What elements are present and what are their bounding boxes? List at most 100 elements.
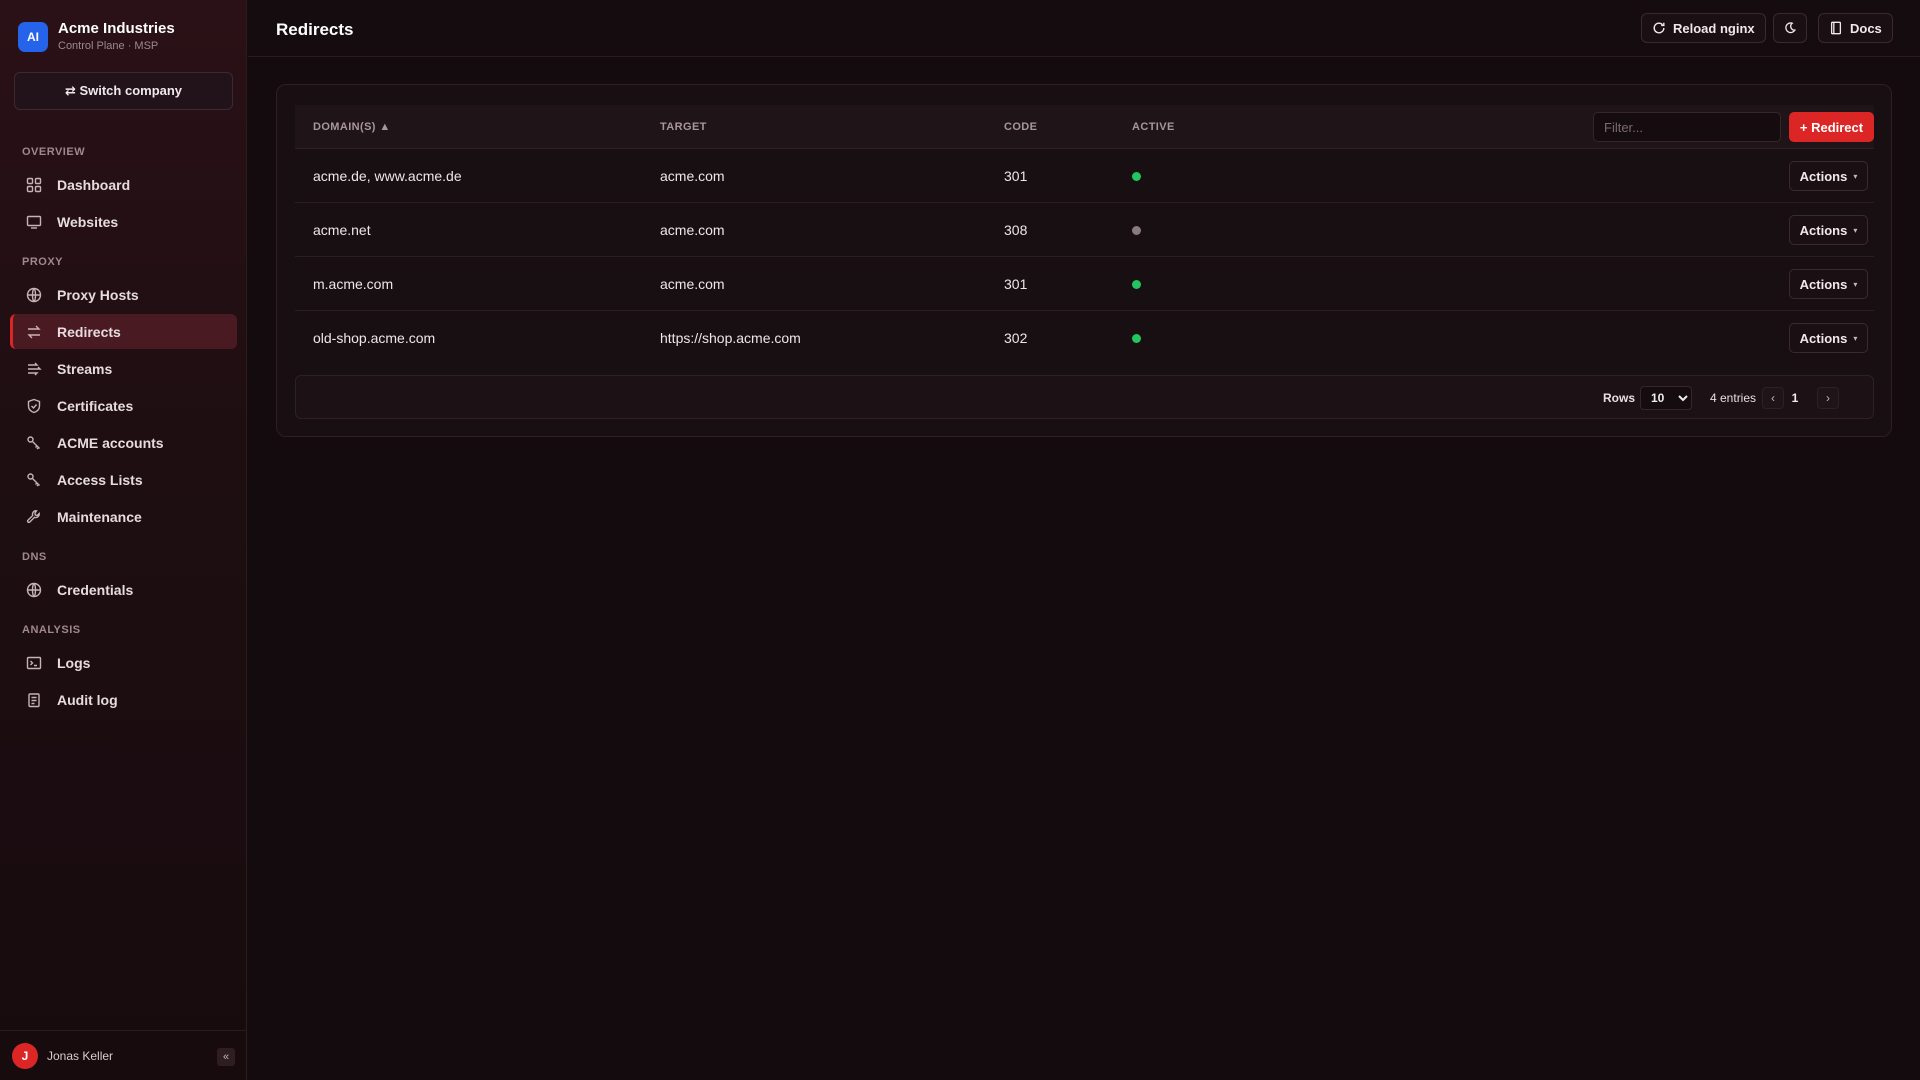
cell-target: acme.com	[660, 168, 725, 184]
sidebar-item-label: Certificates	[57, 397, 134, 414]
prev-page-button[interactable]: ‹	[1762, 387, 1784, 409]
sidebar-item-label: Streams	[57, 360, 113, 377]
sidebar-item-acme-accounts[interactable]: ACME accounts	[10, 425, 237, 460]
column-domains[interactable]: DOMAIN(S) ▲	[313, 121, 391, 133]
table-row: old-shop.acme.com https://shop.acme.com …	[295, 311, 1874, 365]
switch-company-button[interactable]: ⇄ Switch company	[14, 72, 233, 110]
globe-icon	[25, 581, 43, 599]
book-icon	[1830, 21, 1842, 35]
actions-button[interactable]: Actions ▾	[1789, 269, 1868, 299]
column-active[interactable]: ACTIVE	[1132, 121, 1175, 133]
cell-domains: acme.net	[313, 222, 371, 238]
cell-code: 301	[1004, 276, 1028, 292]
user-name: Jonas Keller	[47, 1048, 114, 1063]
key-icon	[25, 471, 43, 489]
caret-down-icon: ▾	[1853, 225, 1858, 235]
cell-domains: m.acme.com	[313, 276, 394, 292]
theme-toggle-button[interactable]	[1773, 13, 1807, 43]
sidebar-item-logs[interactable]: Logs	[10, 645, 237, 680]
sidebar-item-maintenance[interactable]: Maintenance	[10, 499, 237, 534]
actions-label: Actions	[1799, 168, 1848, 184]
actions-label: Actions	[1799, 222, 1848, 238]
sidebar-item-label: Proxy Hosts	[57, 286, 139, 303]
reload-nginx-button[interactable]: Reload nginx	[1641, 13, 1766, 43]
redirect-icon	[25, 323, 43, 341]
page-number[interactable]: 1	[1784, 387, 1806, 409]
sidebar-item-streams[interactable]: Streams	[10, 351, 237, 386]
active-status-dot	[1132, 280, 1141, 289]
cell-code: 308	[1004, 222, 1028, 238]
avatar[interactable]: J	[12, 1042, 38, 1069]
column-target[interactable]: TARGET	[660, 121, 707, 133]
shield-icon	[25, 397, 43, 415]
section-dns: DNS	[22, 551, 47, 563]
moon-icon	[1785, 22, 1796, 34]
sidebar-item-label: Logs	[57, 654, 91, 671]
clipboard-icon	[25, 691, 43, 709]
company-name: Acme Industries	[58, 20, 175, 37]
collapse-sidebar-button[interactable]: «	[217, 1048, 235, 1066]
sidebar-item-label: Dashboard	[57, 176, 131, 193]
sidebar-item-label: Audit log	[57, 691, 118, 708]
redirects-card: DOMAIN(S) ▲ TARGET CODE ACTIVE + Redirec…	[276, 84, 1892, 437]
sidebar-item-label: Websites	[57, 213, 119, 230]
sidebar-item-label: Maintenance	[57, 508, 142, 525]
cell-target: acme.com	[660, 276, 725, 292]
actions-button[interactable]: Actions ▾	[1789, 215, 1868, 245]
brand-logo: AI	[18, 22, 48, 52]
sidebar-item-audit-log[interactable]: Audit log	[10, 682, 237, 717]
actions-label: Actions	[1799, 330, 1848, 346]
table-header: DOMAIN(S) ▲ TARGET CODE ACTIVE + Redirec…	[295, 105, 1874, 149]
cell-target: acme.com	[660, 222, 725, 238]
table-row: acme.de, www.acme.de acme.com 301 Action…	[295, 149, 1874, 203]
cell-code: 302	[1004, 330, 1028, 346]
column-code[interactable]: CODE	[1004, 121, 1037, 133]
actions-button[interactable]: Actions ▾	[1789, 161, 1868, 191]
cell-code: 301	[1004, 168, 1028, 184]
key-icon	[25, 434, 43, 452]
topbar: Redirects Reload nginx Docs	[248, 0, 1920, 57]
sidebar-item-credentials[interactable]: Credentials	[10, 572, 237, 607]
dashboard-icon	[25, 176, 43, 194]
table-row: acme.net acme.com 308 Actions ▾	[295, 203, 1874, 257]
sidebar-item-access-lists[interactable]: Access Lists	[10, 462, 237, 497]
add-redirect-button[interactable]: + Redirect	[1789, 112, 1874, 142]
filter-input[interactable]	[1593, 112, 1781, 142]
company-subtitle: Control Plane · MSP	[58, 40, 159, 52]
sidebar-item-redirects[interactable]: Redirects	[10, 314, 237, 349]
rows-per-page-select[interactable]: 10	[1640, 386, 1692, 410]
inactive-status-dot	[1132, 226, 1141, 235]
sidebar: AI Acme Industries Control Plane · MSP ⇄…	[0, 0, 247, 1080]
table-row: m.acme.com acme.com 301 Actions ▾	[295, 257, 1874, 311]
cell-domains: old-shop.acme.com	[313, 330, 436, 346]
pagination-bar: Rows 10 4 entries ‹ 1 ›	[295, 375, 1874, 419]
docs-label: Docs	[1850, 20, 1882, 36]
active-status-dot	[1132, 172, 1141, 181]
active-status-dot	[1132, 334, 1141, 343]
caret-down-icon: ▾	[1853, 279, 1858, 289]
caret-down-icon: ▾	[1853, 171, 1858, 181]
cell-target: https://shop.acme.com	[660, 330, 801, 346]
section-proxy: PROXY	[22, 256, 64, 268]
terminal-icon	[25, 654, 43, 672]
cell-domains: acme.de, www.acme.de	[313, 168, 462, 184]
streams-icon	[25, 360, 43, 378]
sidebar-item-certificates[interactable]: Certificates	[10, 388, 237, 423]
sidebar-item-label: Access Lists	[57, 471, 143, 488]
sidebar-item-websites[interactable]: Websites	[10, 204, 237, 239]
actions-button[interactable]: Actions ▾	[1789, 323, 1868, 353]
sidebar-item-proxy-hosts[interactable]: Proxy Hosts	[10, 277, 237, 312]
sidebar-item-dashboard[interactable]: Dashboard	[10, 167, 237, 202]
refresh-icon	[1653, 22, 1665, 34]
sidebar-item-label: Redirects	[57, 323, 121, 340]
user-footer: J Jonas Keller «	[0, 1030, 247, 1080]
brand[interactable]: AI Acme Industries Control Plane · MSP	[18, 20, 175, 54]
caret-down-icon: ▾	[1853, 333, 1858, 343]
entries-count: 4 entries	[1710, 391, 1757, 405]
sidebar-item-label: Credentials	[57, 581, 134, 598]
section-overview: OVERVIEW	[22, 146, 86, 158]
page-title: Redirects	[276, 20, 354, 39]
next-page-button[interactable]: ›	[1817, 387, 1839, 409]
actions-label: Actions	[1799, 276, 1848, 292]
docs-button[interactable]: Docs	[1818, 13, 1893, 43]
